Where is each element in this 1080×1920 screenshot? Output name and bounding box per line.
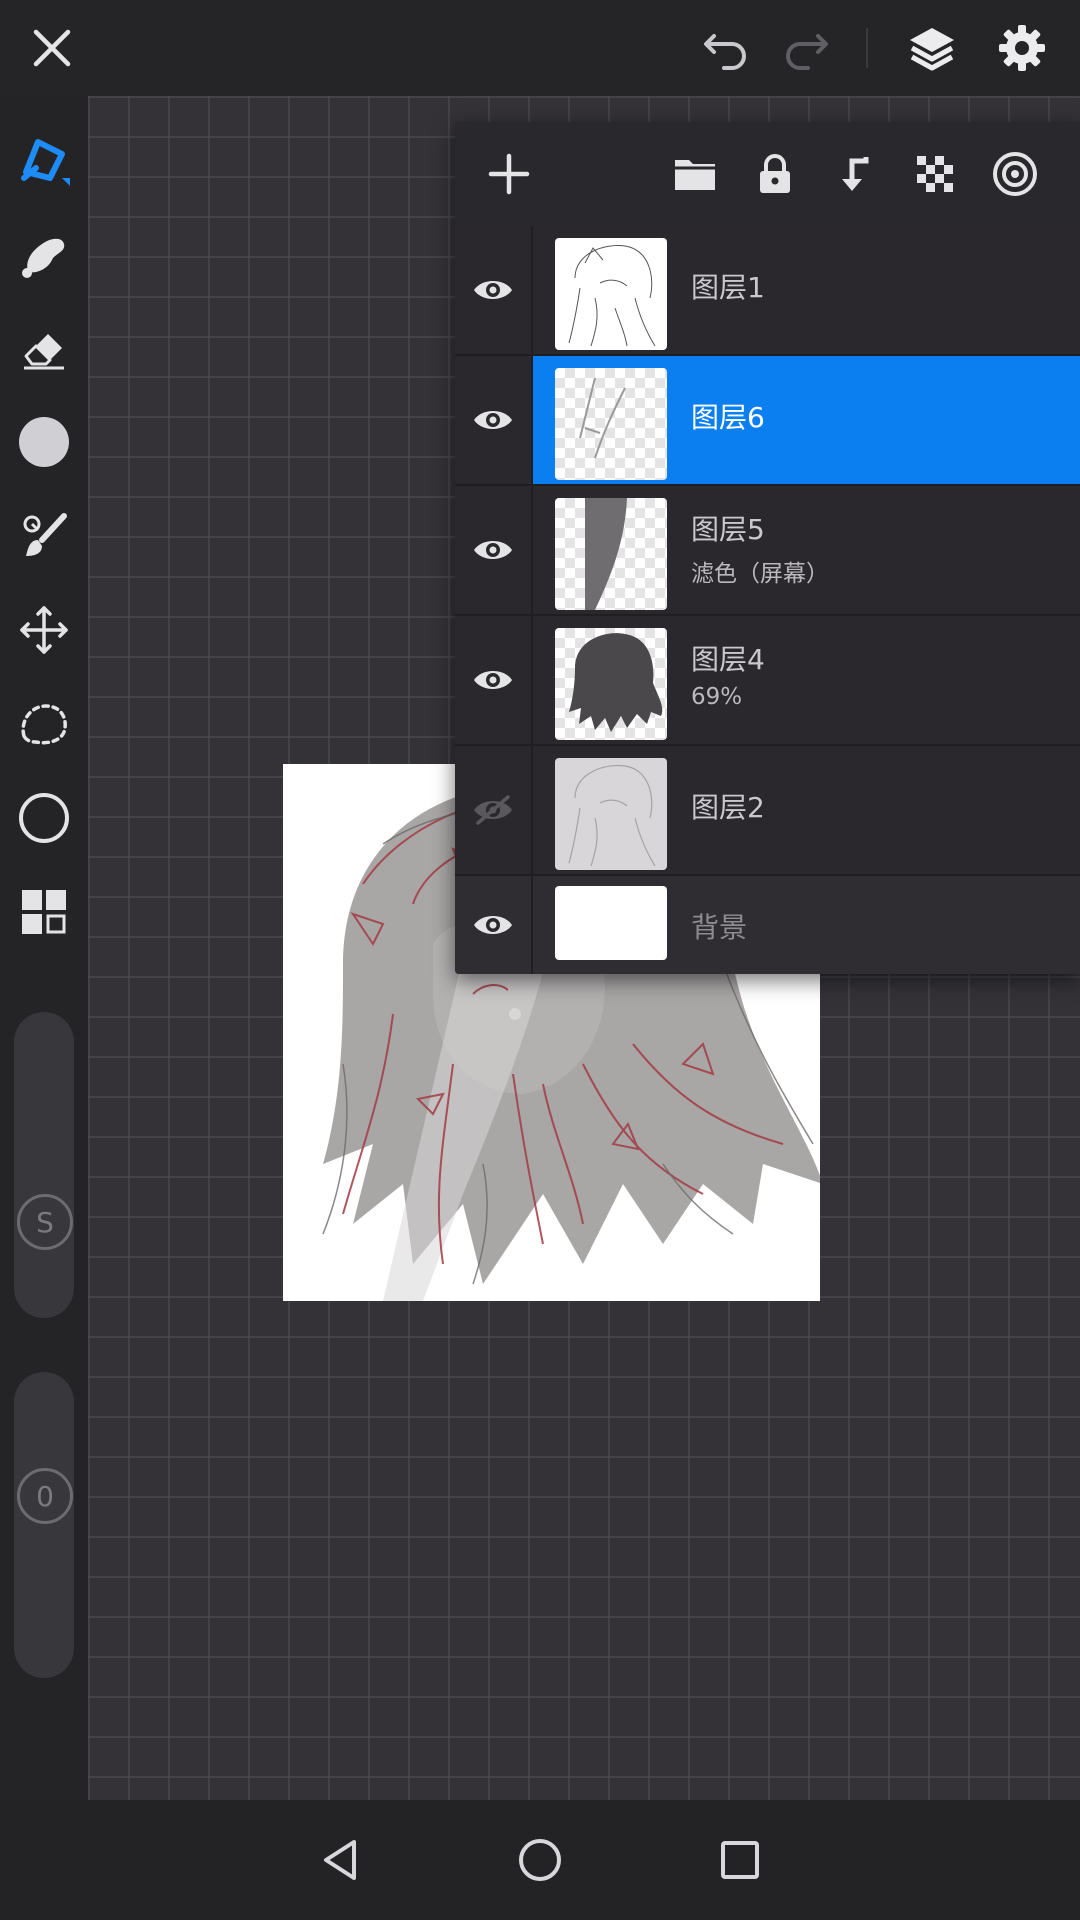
smudge-icon[interactable] [12, 222, 76, 286]
layer-blend-mode: 滤色（屏幕） [691, 561, 829, 587]
eye-icon [474, 916, 512, 934]
transform-icon[interactable] [12, 598, 76, 662]
layer-name: 背景 [691, 911, 748, 944]
eye-icon [474, 411, 512, 429]
transparency-icon[interactable] [903, 142, 967, 206]
top-bar [0, 0, 1080, 96]
pen-icon[interactable] [12, 128, 76, 192]
merge-down-icon[interactable] [823, 142, 887, 206]
grid-icon[interactable] [12, 880, 76, 944]
visibility-toggle[interactable] [455, 746, 533, 874]
brush-icon[interactable] [12, 504, 76, 568]
eye-icon [474, 541, 512, 559]
brush-size-label: S [17, 1194, 73, 1250]
layers-panel: 图层1 图层6 图层5 滤色（屏幕） 图层4 69% 图层2 背景 [455, 122, 1080, 974]
shape-icon[interactable] [12, 786, 76, 850]
brush-opacity-label: 0 [17, 1468, 73, 1524]
layers-icon[interactable] [900, 16, 964, 80]
layer-thumbnail [555, 498, 667, 610]
visibility-toggle[interactable] [455, 616, 533, 744]
visibility-toggle[interactable] [455, 356, 533, 484]
layer-row-background[interactable]: 背景 [455, 876, 1080, 974]
close-icon[interactable] [20, 16, 84, 80]
eye-icon [474, 671, 512, 689]
layer-opacity: 69% [691, 684, 743, 710]
layer-thumbnail [555, 238, 667, 350]
divider [866, 28, 868, 68]
lasso-icon[interactable] [12, 692, 76, 756]
home-icon[interactable] [510, 1830, 570, 1890]
layers-toolbar [455, 122, 1080, 228]
layer-effect-icon[interactable] [983, 142, 1047, 206]
layer-row[interactable]: 图层2 [455, 746, 1080, 876]
layer-row[interactable]: 图层4 69% [455, 616, 1080, 746]
navigation-bar [0, 1800, 1080, 1920]
layer-row-selected[interactable]: 图层6 [455, 356, 1080, 486]
eraser-icon[interactable] [12, 316, 76, 380]
eye-icon [474, 281, 512, 299]
settings-icon[interactable] [990, 16, 1054, 80]
layer-name: 图层4 [691, 643, 765, 676]
visibility-toggle[interactable] [455, 486, 533, 614]
recents-icon[interactable] [710, 1830, 770, 1890]
visibility-toggle[interactable] [455, 876, 533, 974]
brush-size-slider[interactable]: S [14, 1012, 74, 1318]
lock-icon[interactable] [743, 142, 807, 206]
layer-thumbnail [555, 758, 667, 870]
layer-name: 图层1 [691, 271, 765, 304]
eye-hidden-icon [474, 795, 512, 825]
redo-icon[interactable] [774, 16, 838, 80]
add-layer-icon[interactable] [477, 142, 541, 206]
back-icon[interactable] [310, 1830, 370, 1890]
layer-thumbnail [555, 886, 667, 960]
folder-icon[interactable] [663, 142, 727, 206]
layer-thumbnail [555, 628, 667, 740]
layer-row[interactable]: 图层1 [455, 226, 1080, 356]
visibility-toggle[interactable] [455, 226, 533, 354]
brush-opacity-slider[interactable]: 0 [14, 1372, 74, 1678]
fill-icon[interactable] [12, 410, 76, 474]
layer-name: 图层2 [691, 791, 765, 824]
layer-name: 图层6 [691, 401, 765, 434]
left-toolbar: S 0 [0, 96, 88, 1800]
undo-icon[interactable] [694, 16, 758, 80]
layer-row[interactable]: 图层5 滤色（屏幕） [455, 486, 1080, 616]
layer-name: 图层5 [691, 513, 765, 546]
layer-thumbnail [555, 368, 667, 480]
